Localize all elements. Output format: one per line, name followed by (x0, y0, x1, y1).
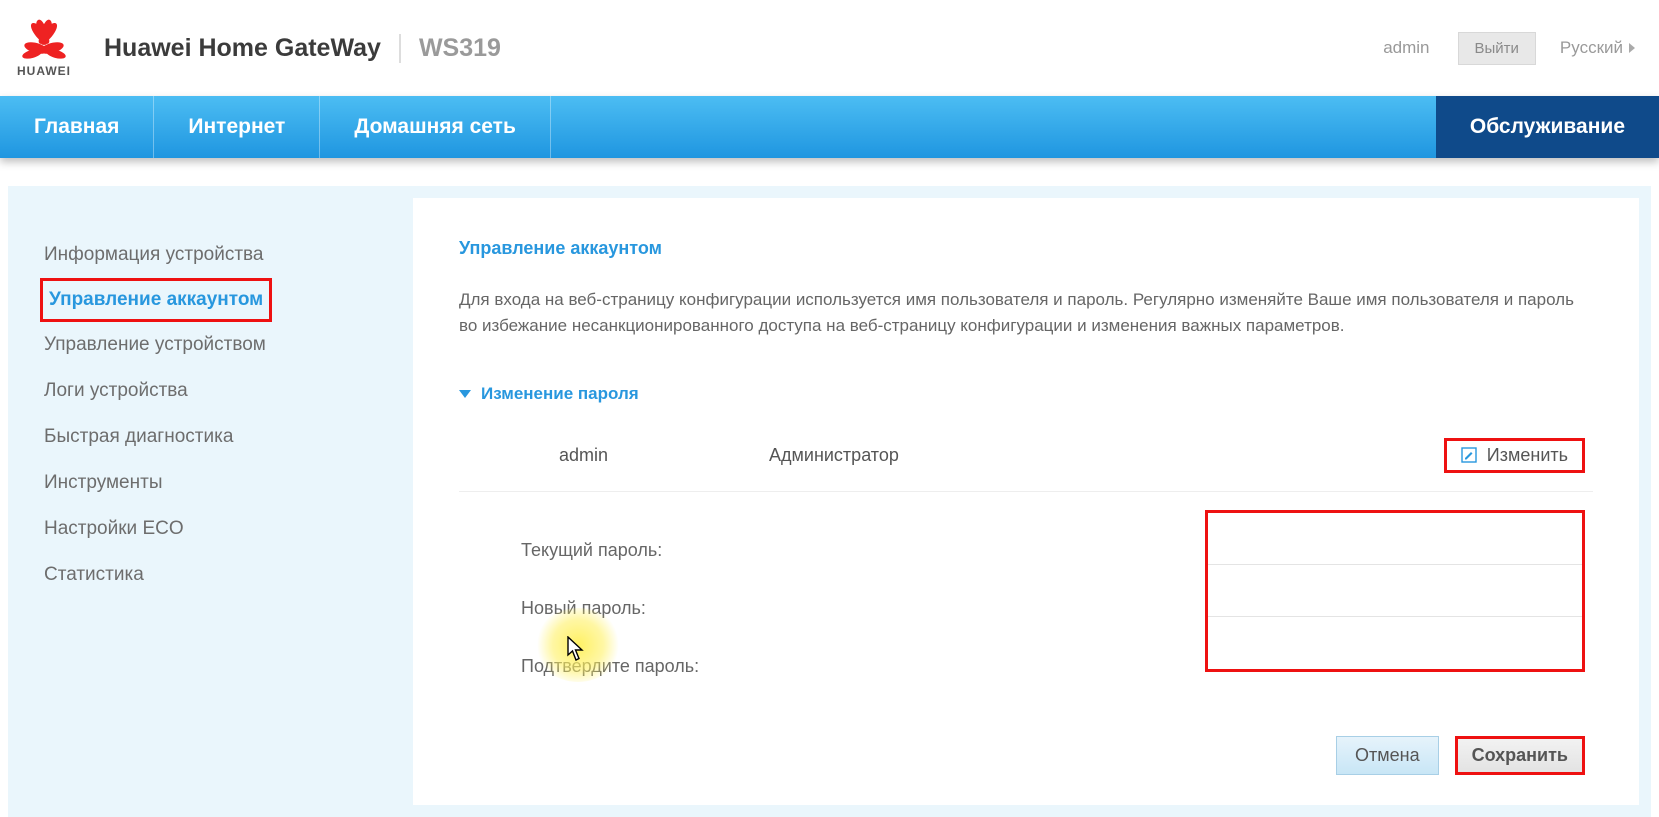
edit-user-button[interactable]: Изменить (1444, 438, 1585, 473)
sidebar-item-tools[interactable]: Инструменты (40, 460, 383, 506)
page-title: Управление аккаунтом (459, 238, 1593, 259)
page-description: Для входа на веб-страницу конфигурации и… (459, 287, 1593, 340)
logo-caption: HUAWEI (17, 64, 71, 78)
main-panel: Управление аккаунтом Для входа на веб-ст… (413, 198, 1639, 805)
sidebar-item-statistics[interactable]: Статистика (40, 552, 383, 598)
current-user: admin (1383, 38, 1429, 58)
edit-user-label: Изменить (1487, 445, 1568, 466)
sidebar-item-device-management[interactable]: Управление устройством (40, 322, 383, 368)
nav-internet[interactable]: Интернет (154, 96, 320, 158)
change-password-section-label: Изменение пароля (481, 384, 639, 404)
huawei-logo-icon (14, 18, 74, 62)
sidebar: Информация устройства Управление аккаунт… (8, 186, 413, 817)
password-form: Текущий пароль: Новый пароль: Подтвердит… (459, 492, 1593, 696)
confirm-password-label: Подтвердите пароль: (521, 656, 961, 677)
current-password-input[interactable] (1208, 513, 1582, 565)
user-row: admin Администратор Изменить (459, 432, 1593, 492)
language-label: Русский (1560, 38, 1623, 58)
brand-logo: HUAWEI (14, 18, 74, 78)
nav-maintenance[interactable]: Обслуживание (1436, 96, 1659, 158)
top-header: HUAWEI Huawei Home GateWay WS319 admin В… (0, 0, 1659, 96)
user-row-role: Администратор (769, 445, 1149, 466)
sidebar-item-eco-settings[interactable]: Настройки ECO (40, 506, 383, 552)
content-area: Информация устройства Управление аккаунт… (8, 186, 1651, 817)
language-selector[interactable]: Русский (1560, 38, 1635, 58)
confirm-password-input[interactable] (1208, 617, 1582, 668)
new-password-label: Новый пароль: (521, 598, 961, 619)
main-nav: Главная Интернет Домашняя сеть Обслужива… (0, 96, 1659, 158)
current-password-label: Текущий пароль: (521, 540, 961, 561)
sidebar-item-device-logs[interactable]: Логи устройства (40, 368, 383, 414)
user-row-username: admin (459, 445, 769, 466)
sidebar-item-account-management[interactable]: Управление аккаунтом (40, 278, 272, 322)
brand-title: Huawei Home GateWay (104, 34, 381, 63)
nav-home-network[interactable]: Домашняя сеть (320, 96, 551, 158)
edit-icon (1461, 447, 1477, 463)
logout-button[interactable]: Выйти (1458, 32, 1536, 65)
nav-home[interactable]: Главная (0, 96, 154, 158)
new-password-input[interactable] (1208, 565, 1582, 617)
model-name: WS319 (399, 34, 501, 63)
change-password-section-toggle[interactable]: Изменение пароля (459, 384, 1593, 404)
sidebar-item-device-info[interactable]: Информация устройства (40, 232, 383, 278)
sidebar-item-quick-diagnostics[interactable]: Быстрая диагностика (40, 414, 383, 460)
caret-right-icon (1629, 43, 1635, 53)
form-buttons: Отмена Сохранить (459, 736, 1593, 775)
cancel-button[interactable]: Отмена (1336, 736, 1439, 775)
password-inputs-group (1205, 510, 1585, 672)
chevron-down-icon (459, 390, 471, 398)
save-button[interactable]: Сохранить (1455, 736, 1585, 775)
